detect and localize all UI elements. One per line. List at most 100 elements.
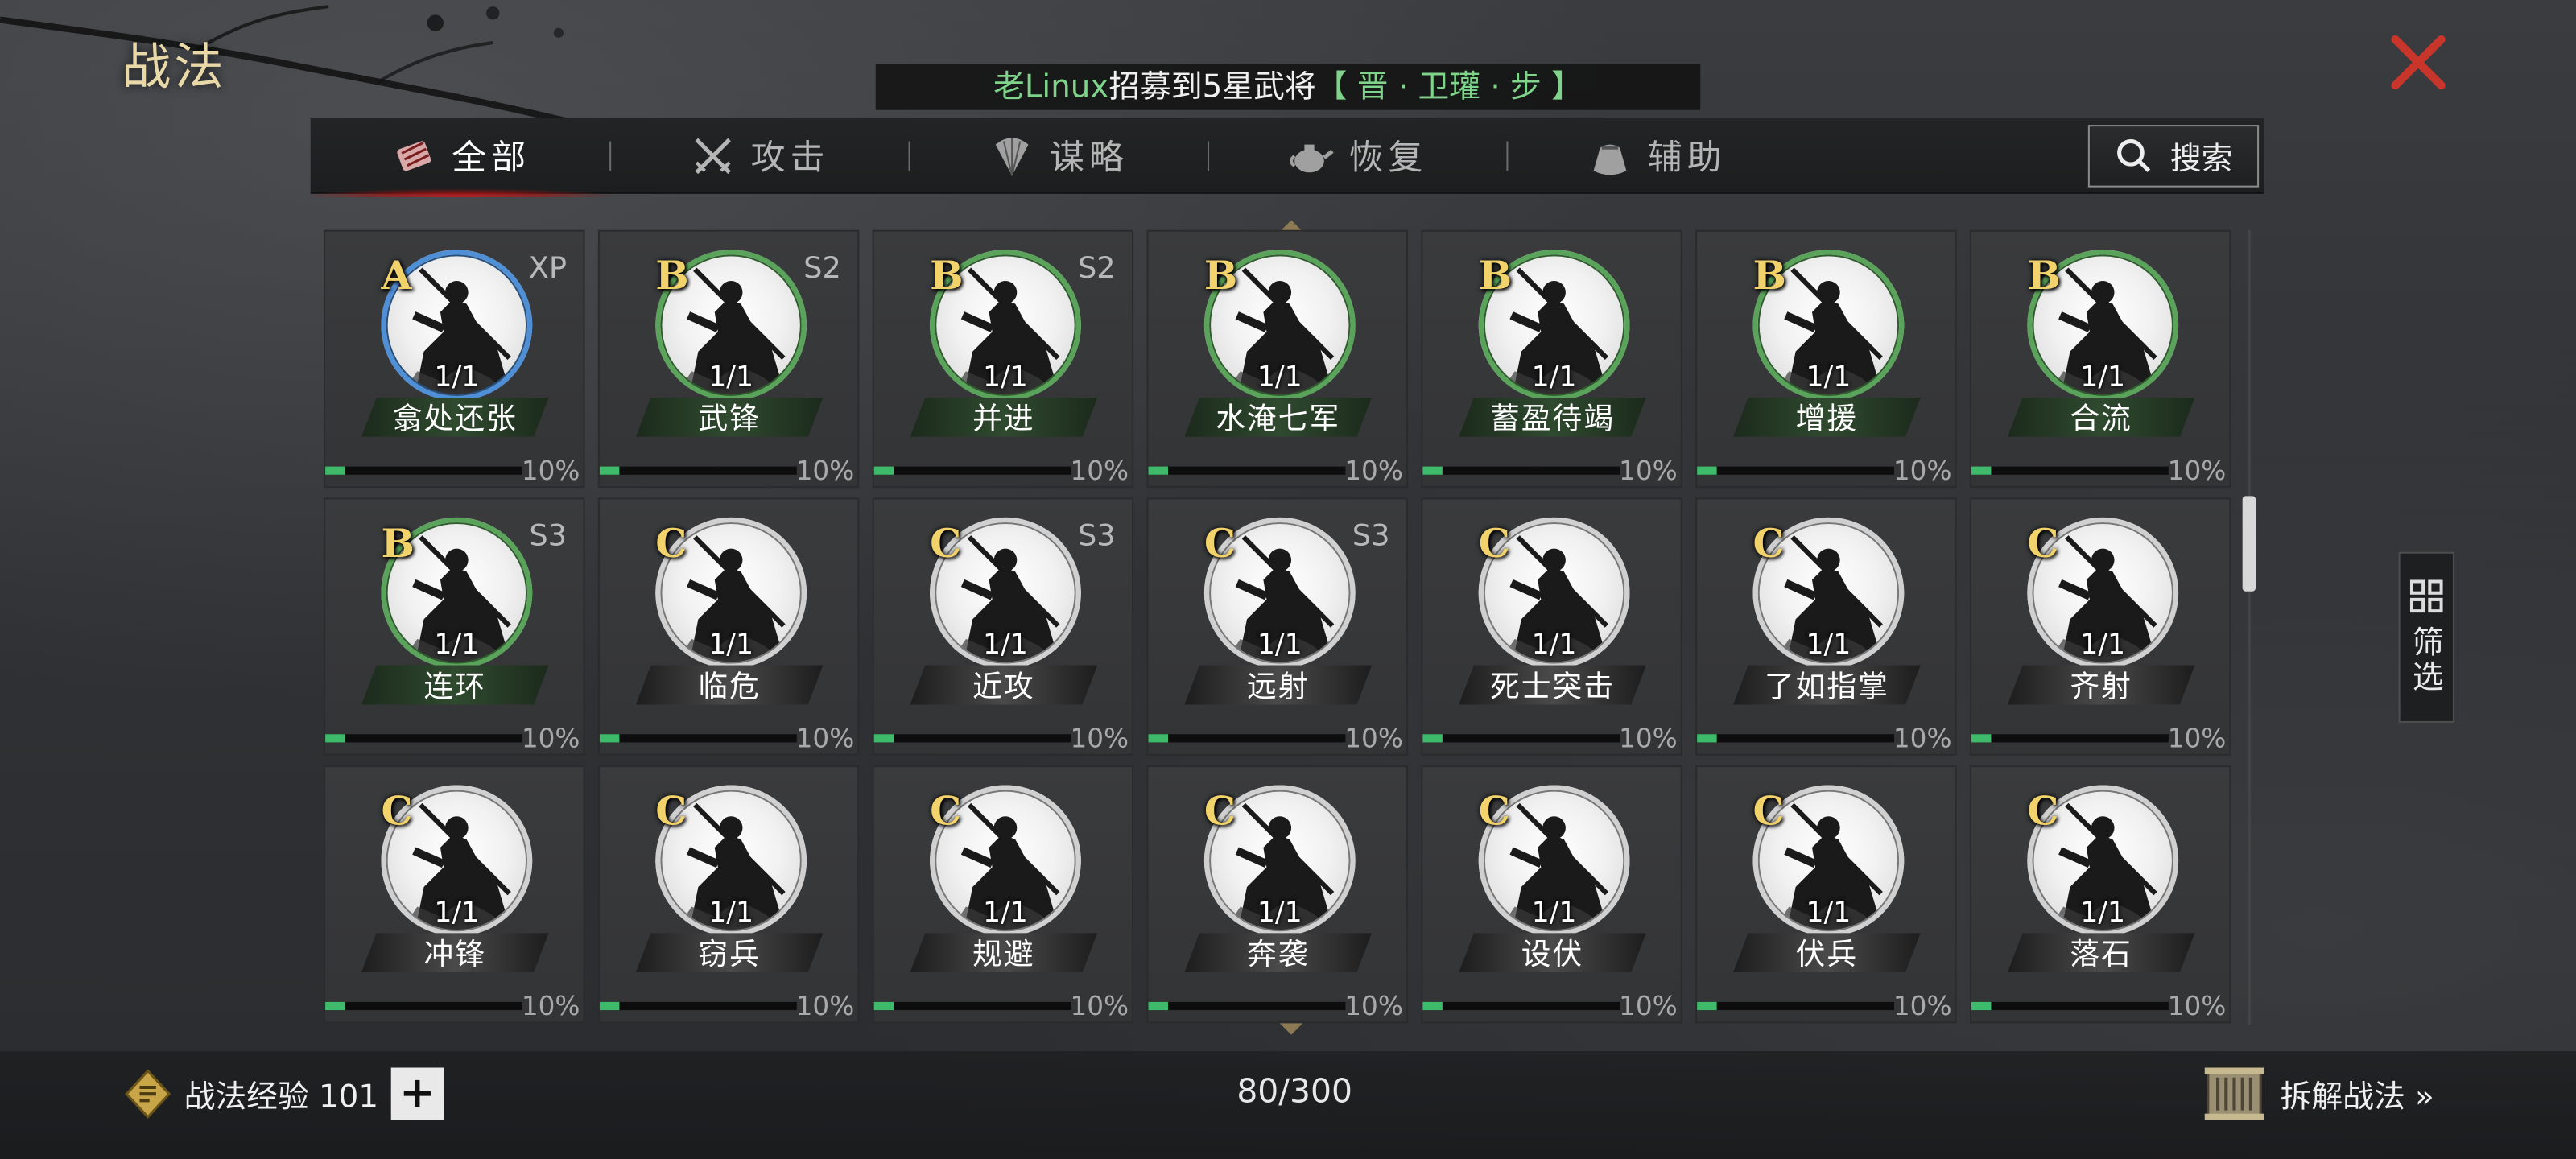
skill-count: 1/1 <box>434 361 480 394</box>
skill-tag: S2 <box>803 251 841 287</box>
skill-count: 1/1 <box>1257 897 1302 930</box>
skill-card[interactable]: C 1/1 齐射 10% <box>1969 497 2231 756</box>
skill-progress-percent: 10% <box>1070 722 1129 754</box>
skill-card[interactable]: B 1/1 增援 10% <box>1695 229 1957 489</box>
skill-name: 窃兵 <box>635 933 824 973</box>
tab-recovery[interactable]: 恢复 <box>1208 118 1506 194</box>
skill-card[interactable]: C 1/1 冲锋 10% <box>324 765 585 1024</box>
skill-progress-bar <box>1697 466 1895 475</box>
skill-card[interactable]: C 1/1 奔袭 10% <box>1146 765 1408 1024</box>
dismantle-skills-button[interactable]: 拆解战法 » <box>2202 1064 2434 1123</box>
skill-count: 1/1 <box>2080 897 2126 930</box>
skill-progress-percent: 10% <box>1619 455 1678 487</box>
scrollbar-thumb[interactable] <box>2242 496 2256 592</box>
skill-card[interactable]: C S3 1/1 近攻 10% <box>872 497 1134 756</box>
skill-count: 1/1 <box>1257 361 1302 394</box>
skill-card[interactable]: B S2 1/1 并进 10% <box>872 229 1134 489</box>
close-icon <box>2391 35 2446 90</box>
tab-strategy[interactable]: 谋略 <box>909 118 1208 194</box>
teapot-icon <box>1290 144 1334 173</box>
crossed-swords-icon <box>695 138 731 175</box>
filter-label: 筛选 <box>2407 625 2444 695</box>
skill-count: 1/1 <box>708 629 754 662</box>
skill-count: 1/1 <box>983 361 1028 394</box>
category-tabs: 全部 攻击 谋略 恢复 辅助 <box>310 118 2264 197</box>
tab-attack[interactable]: 攻击 <box>609 118 908 194</box>
skill-count: 1/1 <box>1257 629 1302 662</box>
grid-icon <box>2409 580 2443 613</box>
skill-grade: C <box>655 786 687 835</box>
add-exp-button[interactable]: + <box>390 1067 444 1120</box>
skill-progress-percent: 10% <box>795 990 855 1022</box>
skill-card[interactable]: C 1/1 规避 10% <box>872 765 1134 1024</box>
skill-progress-fill <box>873 1001 894 1011</box>
close-button[interactable] <box>2382 27 2454 99</box>
skill-grade: B <box>2027 251 2061 299</box>
skill-card[interactable]: C S3 1/1 远射 10% <box>1146 497 1408 756</box>
skill-tag: XP <box>528 251 568 287</box>
filter-button[interactable]: 筛选 <box>2398 551 2454 723</box>
tab-all[interactable]: 全部 <box>310 118 610 197</box>
tab-label: 全部 <box>452 138 531 178</box>
skill-progress-fill <box>599 734 620 743</box>
skill-card[interactable]: A XP 1/1 翕处还张 10% <box>324 229 585 489</box>
scrollbar-track <box>2247 229 2251 1025</box>
skill-card[interactable]: C 1/1 了如指掌 10% <box>1695 497 1957 756</box>
skill-name: 落石 <box>2007 933 2195 973</box>
search-button[interactable]: 搜索 <box>2087 125 2260 188</box>
skill-progress-bar <box>1148 1001 1346 1011</box>
skill-exp-label: 战法经验 101 <box>184 1078 379 1115</box>
search-icon <box>2117 138 2151 173</box>
skill-card[interactable]: B 1/1 水淹七军 10% <box>1146 229 1408 489</box>
skill-card[interactable]: C 1/1 设伏 10% <box>1421 765 1682 1024</box>
skill-grade: B <box>930 251 964 299</box>
pouch-icon <box>1593 144 1627 175</box>
skill-count: 1/1 <box>983 897 1028 930</box>
skill-card[interactable]: C 1/1 死士突击 10% <box>1421 497 1682 756</box>
scroll-icon <box>2204 1067 2264 1120</box>
skill-progress-fill <box>1697 1001 1717 1011</box>
skill-card[interactable]: C 1/1 临危 10% <box>597 497 860 756</box>
skill-progress-fill <box>1148 1001 1169 1011</box>
skill-grade: C <box>2027 518 2059 567</box>
skill-progress-percent: 10% <box>1893 722 1952 754</box>
skill-tag: S2 <box>1077 251 1116 287</box>
skill-grade: C <box>1203 518 1236 567</box>
tab-support[interactable]: 辅助 <box>1506 118 1805 194</box>
skill-card[interactable]: B S2 1/1 武锋 10% <box>597 229 860 489</box>
skill-capacity: 80/300 <box>1236 1070 1352 1111</box>
skill-name: 蓄盈待竭 <box>1459 397 1646 437</box>
skill-exp: 战法经验 101 <box>122 1064 378 1123</box>
skill-grade: B <box>1752 251 1786 299</box>
skill-grade: C <box>1752 786 1785 835</box>
skill-name: 连环 <box>361 665 549 705</box>
skill-card[interactable]: B S3 1/1 连环 10% <box>324 497 585 756</box>
skill-grade: C <box>1478 518 1510 567</box>
skill-card[interactable]: B 1/1 蓄盈待竭 10% <box>1421 229 1682 489</box>
skill-card[interactable]: C 1/1 窃兵 10% <box>597 765 860 1024</box>
skill-progress-percent: 10% <box>1344 722 1403 754</box>
skill-progress-bar <box>599 1001 797 1011</box>
skill-progress-bar <box>1422 734 1620 743</box>
skill-card[interactable]: B 1/1 合流 10% <box>1969 229 2231 489</box>
skill-progress-fill <box>1971 734 1992 743</box>
skill-card[interactable]: C 1/1 伏兵 10% <box>1695 765 1957 1024</box>
skill-grade: C <box>1478 786 1510 835</box>
tab-label: 攻击 <box>750 138 830 178</box>
skill-name: 了如指掌 <box>1733 665 1921 705</box>
skill-grid-scrollbar[interactable] <box>2242 229 2256 1025</box>
skill-name: 近攻 <box>910 665 1098 705</box>
skill-progress-percent: 10% <box>795 722 855 754</box>
skill-progress-bar <box>325 1001 522 1011</box>
skill-progress-percent: 10% <box>1344 455 1403 487</box>
skill-grade: B <box>1478 251 1513 299</box>
skill-grade: C <box>930 786 962 835</box>
skill-card[interactable]: C 1/1 落石 10% <box>1969 765 2231 1024</box>
exp-token-icon <box>125 1069 171 1119</box>
skill-grade: C <box>930 518 962 567</box>
skill-progress-fill <box>1971 466 1992 475</box>
tab-label: 谋略 <box>1050 138 1129 178</box>
skill-name: 奔袭 <box>1184 933 1373 973</box>
skill-count: 1/1 <box>1806 897 1852 930</box>
skill-progress-bar <box>1697 734 1895 743</box>
